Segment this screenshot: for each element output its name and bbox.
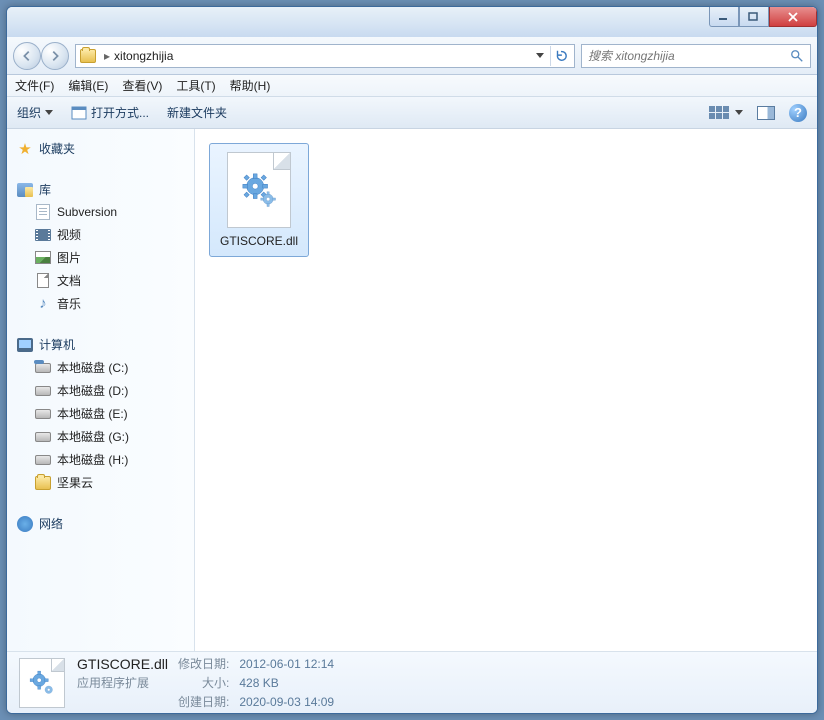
view-options-button[interactable] (709, 104, 731, 122)
address-bar[interactable]: ▸ xitongzhijia (75, 44, 575, 68)
drive-c[interactable]: 本地磁盘 (C:) (7, 356, 194, 379)
details-filetype: 应用程序扩展 (77, 674, 168, 691)
created-label: 创建日期: (178, 693, 229, 710)
nav-documents[interactable]: 文档 (7, 269, 194, 292)
drive-e[interactable]: 本地磁盘 (E:) (7, 402, 194, 425)
app-icon (71, 106, 87, 120)
picture-icon (35, 250, 51, 266)
nav-music[interactable]: ♪音乐 (7, 292, 194, 315)
titlebar[interactable] (7, 7, 817, 37)
new-folder-button[interactable]: 新建文件夹 (167, 104, 227, 121)
file-name-label: GTISCORE.dll (220, 234, 298, 248)
folder-icon (35, 475, 51, 491)
nav-subversion[interactable]: Subversion (7, 201, 194, 223)
created-value: 2020-09-03 14:09 (239, 695, 334, 709)
drive-icon (35, 429, 51, 445)
menu-tools[interactable]: 工具(T) (176, 77, 215, 94)
network-icon (17, 516, 33, 532)
command-bar: 组织 打开方式... 新建文件夹 ? (7, 97, 817, 129)
window-controls (709, 7, 817, 27)
modified-label: 修改日期: (178, 655, 229, 672)
menu-bar: 文件(F) 编辑(E) 查看(V) 工具(T) 帮助(H) (7, 75, 817, 97)
drive-icon (35, 360, 51, 376)
menu-file[interactable]: 文件(F) (15, 77, 54, 94)
content-area: ★收藏夹 库 Subversion 视频 图片 文档 ♪音乐 计算机 本地磁盘 … (7, 129, 817, 651)
dll-file-icon (19, 658, 65, 708)
drive-g[interactable]: 本地磁盘 (G:) (7, 425, 194, 448)
search-box[interactable] (581, 44, 811, 68)
favorites-header[interactable]: ★收藏夹 (7, 137, 194, 160)
modified-value: 2012-06-01 12:14 (239, 657, 334, 671)
forward-button[interactable] (41, 42, 69, 70)
dll-file-icon (227, 152, 291, 228)
nav-videos[interactable]: 视频 (7, 223, 194, 246)
nav-pictures[interactable]: 图片 (7, 246, 194, 269)
drive-d[interactable]: 本地磁盘 (D:) (7, 379, 194, 402)
video-icon (35, 227, 51, 243)
file-item-selected[interactable]: GTISCORE.dll (209, 143, 309, 257)
folder-icon (80, 49, 96, 63)
library-icon (17, 182, 33, 198)
search-input[interactable] (588, 49, 790, 63)
music-icon: ♪ (35, 296, 51, 312)
close-button[interactable] (769, 7, 817, 27)
preview-pane-button[interactable] (757, 106, 775, 120)
file-list[interactable]: GTISCORE.dll (195, 129, 817, 651)
drive-icon (35, 452, 51, 468)
size-label: 大小: (178, 674, 229, 691)
search-icon[interactable] (790, 49, 804, 63)
document-icon (35, 273, 51, 289)
menu-view[interactable]: 查看(V) (122, 77, 162, 94)
network-header[interactable]: 网络 (7, 512, 194, 535)
chevron-down-icon[interactable] (735, 110, 743, 115)
computer-header[interactable]: 计算机 (7, 333, 194, 356)
navigation-pane: ★收藏夹 库 Subversion 视频 图片 文档 ♪音乐 计算机 本地磁盘 … (7, 129, 195, 651)
computer-icon (17, 337, 33, 353)
drive-h[interactable]: 本地磁盘 (H:) (7, 448, 194, 471)
breadcrumb[interactable]: xitongzhijia (114, 49, 173, 63)
address-dropdown-icon[interactable] (536, 53, 544, 58)
details-grid: GTISCORE.dll 修改日期: 2012-06-01 12:14 应用程序… (77, 655, 334, 710)
help-button[interactable]: ? (789, 104, 807, 122)
drive-icon (35, 383, 51, 399)
maximize-button[interactable] (739, 7, 769, 27)
size-value: 428 KB (239, 676, 334, 690)
details-filename: GTISCORE.dll (77, 656, 168, 672)
back-button[interactable] (13, 42, 41, 70)
refresh-button[interactable] (550, 46, 570, 66)
drive-icon (35, 406, 51, 422)
menu-edit[interactable]: 编辑(E) (68, 77, 108, 94)
open-with-button[interactable]: 打开方式... (71, 104, 149, 121)
chevron-down-icon (45, 110, 53, 115)
navigation-bar: ▸ xitongzhijia (7, 37, 817, 75)
organize-button[interactable]: 组织 (17, 104, 53, 121)
nav-jianguo[interactable]: 坚果云 (7, 471, 194, 494)
menu-help[interactable]: 帮助(H) (230, 77, 271, 94)
minimize-button[interactable] (709, 7, 739, 27)
page-icon (35, 204, 51, 220)
breadcrumb-separator-icon: ▸ (104, 49, 110, 63)
explorer-window: ▸ xitongzhijia 文件(F) 编辑(E) 查看(V) 工具(T) 帮… (6, 6, 818, 714)
details-pane: GTISCORE.dll 修改日期: 2012-06-01 12:14 应用程序… (7, 651, 817, 713)
star-icon: ★ (17, 141, 33, 157)
libraries-header[interactable]: 库 (7, 178, 194, 201)
